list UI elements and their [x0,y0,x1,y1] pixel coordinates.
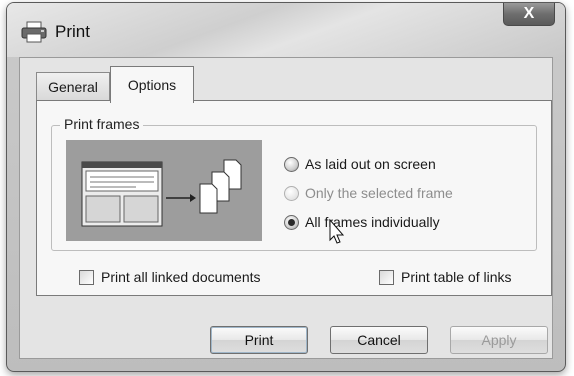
print-linked-documents-label: Print all linked documents [101,269,261,285]
print-button-label: Print [244,332,274,348]
print-linked-documents-box[interactable] [79,269,94,285]
close-icon: X [523,5,535,22]
print-table-of-links-checkbox[interactable]: Print table of links [379,269,512,285]
dialog-body: General Options Print frames As laid out… [19,57,553,359]
title-bar[interactable]: Print X [7,3,565,57]
print-table-of-links-box[interactable] [379,269,394,285]
apply-button-label: Apply [481,332,517,348]
options-panel: Print frames As laid out on screen Only … [36,100,552,296]
radio-as-laid-out[interactable]: As laid out on screen [284,156,436,172]
radio-only-selected-frame-button [284,185,299,201]
window-title: Print [55,22,90,41]
tab-general[interactable]: General [36,72,110,101]
cancel-button-label: Cancel [357,332,401,348]
apply-button: Apply [450,326,548,354]
print-linked-documents-checkbox[interactable]: Print all linked documents [79,269,261,285]
tab-options-label: Options [127,77,177,93]
radio-all-frames-label: All frames individually [305,214,440,230]
radio-as-laid-out-label: As laid out on screen [305,156,436,172]
radio-only-selected-frame: Only the selected frame [284,185,453,201]
close-button[interactable]: X [503,3,555,26]
radio-only-selected-frame-label: Only the selected frame [305,185,453,201]
print-frames-group: Print frames As laid out on screen Only … [51,116,537,251]
frames-illustration-icon [81,159,242,227]
print-dialog: Print X General Options Print frames As … [6,2,566,372]
printer-icon [21,21,47,43]
frames-preview-image [66,140,262,241]
radio-all-frames[interactable]: All frames individually [284,214,440,230]
print-button[interactable]: Print [210,326,308,354]
tab-general-label: General [48,79,98,95]
print-frames-label: Print frames [60,116,144,132]
radio-all-frames-button[interactable] [284,214,299,230]
print-table-of-links-label: Print table of links [401,269,512,285]
tab-options[interactable]: Options [110,66,194,103]
cancel-button[interactable]: Cancel [330,326,428,354]
radio-as-laid-out-button[interactable] [284,156,299,172]
